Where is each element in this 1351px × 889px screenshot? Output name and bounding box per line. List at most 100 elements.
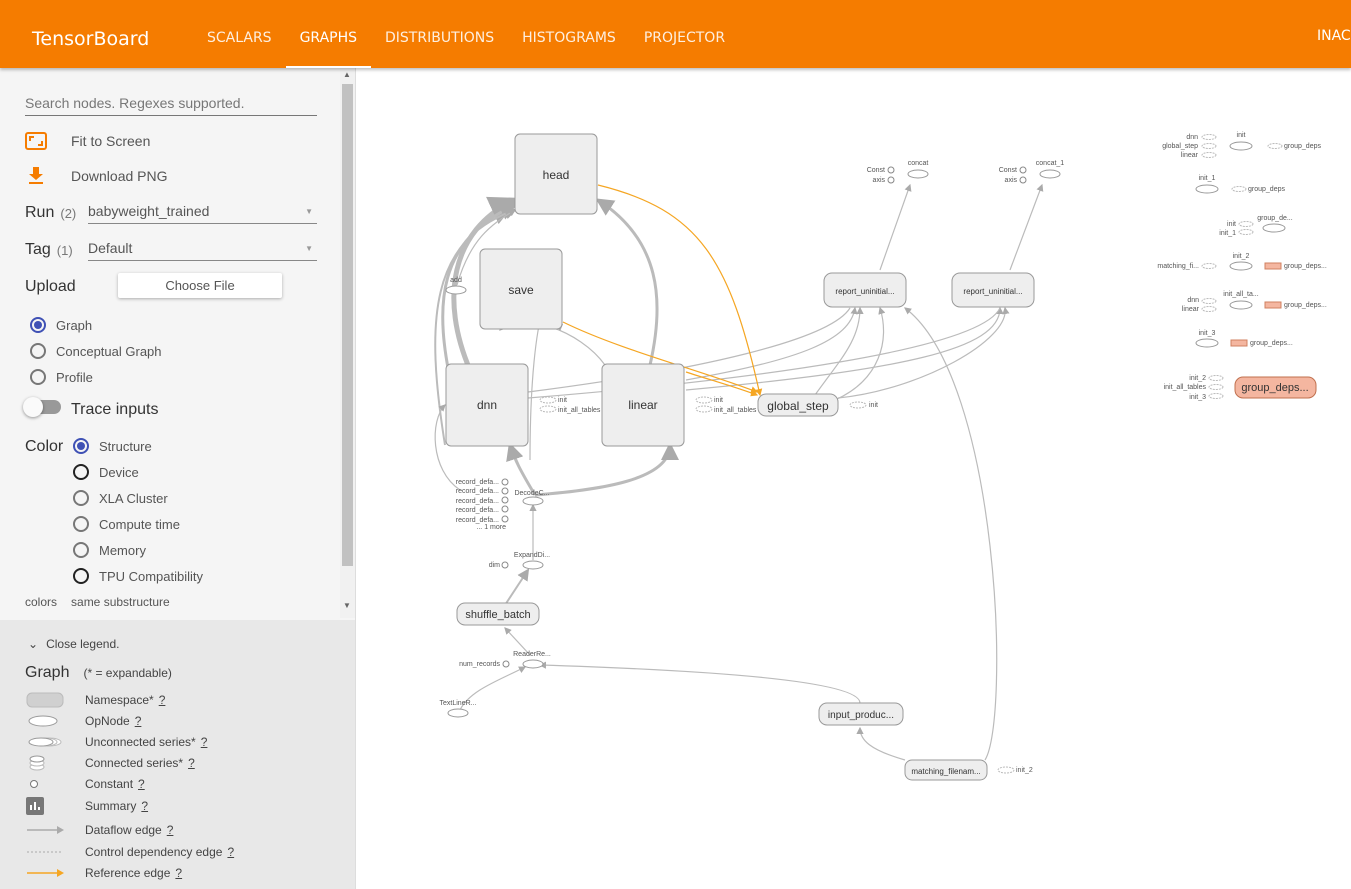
scroll-down-icon[interactable]: ▼ [343,601,351,610]
graph-mode-profile[interactable]: Profile [30,369,93,385]
radio-icon [73,568,89,584]
download-png-button[interactable]: Download PNG [25,167,168,185]
tab-inactive-dropdown[interactable]: INAC [1317,28,1351,44]
dataflow-edge-icon [25,821,65,839]
close-legend-label: Close legend. [46,637,120,651]
legend-item-label: Dataflow edge [85,823,162,837]
help-link[interactable]: ? [138,777,145,791]
trace-inputs-toggle[interactable] [23,397,61,417]
legend-expandable-note: (* = expandable) [83,666,172,680]
aux-group-deps-label: group_deps... [1250,340,1293,347]
concat-1-label: concat_1 [1036,160,1065,167]
color-xla-cluster[interactable]: XLA Cluster [73,490,168,506]
color-option-label: Device [99,464,139,480]
download-png-label: Download PNG [71,168,168,184]
tag-select[interactable]: Default ▼ [88,240,317,261]
color-memory[interactable]: Memory [73,542,146,558]
auxiliary-nodes: init dnn global_step linear group_deps i… [1157,132,1327,401]
tag-label: Tag [25,241,51,258]
help-link[interactable]: ? [159,693,166,707]
node-report-uninitialized-2[interactable]: report_uninitial... [951,272,1035,308]
node-matching-filenames-label: matching_filenam... [911,767,980,776]
color-tpu-compat[interactable]: TPU Compatibility [73,568,203,584]
tab-distributions[interactable]: DISTRIBUTIONS [371,0,508,68]
search-nodes-input[interactable]: Search nodes. Regexes supported. [25,95,317,116]
upload-row: Upload [25,278,76,296]
node-global-step[interactable]: global_step [757,393,839,417]
node-shuffle-batch[interactable]: shuffle_batch [456,602,540,626]
op-reader[interactable] [522,659,544,669]
op-expand[interactable] [522,560,544,570]
colors-row: colors same substructure [25,595,170,609]
graph-mode-conceptual[interactable]: Conceptual Graph [30,343,162,359]
aux-init-label: init [1237,132,1246,139]
sidebar-scrollbar[interactable]: ▲ ▼ [340,68,355,618]
choose-file-button[interactable]: Choose File [118,273,282,298]
tab-scalars[interactable]: SCALARS [193,0,286,68]
aux-dnn-label: dnn [1186,134,1198,141]
init-label: init [869,402,878,409]
radio-selected-icon [73,438,89,454]
aux-dnn-label: dnn [1187,297,1199,304]
close-legend-button[interactable]: ⌄ Close legend. [28,637,119,651]
init-label: init [714,397,723,404]
op-add[interactable] [445,285,467,295]
legend-item-label: Summary [85,799,137,813]
op-decode[interactable] [522,496,544,506]
run-select[interactable]: babyweight_trained ▼ [88,203,317,224]
aux-init-all-tables-label: init_all_ta... [1223,291,1258,298]
aux-init-3-label: init_3 [1199,330,1216,337]
record-default-label: record_defa... [456,479,499,486]
node-save[interactable]: save [479,248,563,330]
node-group-deps-highlight[interactable]: group_deps... [1234,376,1317,399]
init-2-label: init_2 [1016,767,1033,774]
node-linear[interactable]: linear [601,363,685,447]
node-matching-filenames[interactable]: matching_filenam... [904,759,988,781]
graph-canvas[interactable]: head save dnn linear global_step shuffle… [356,68,1351,889]
help-link[interactable]: ? [167,823,174,837]
chevron-down-icon: ⌄ [28,637,39,651]
node-head[interactable]: head [514,133,598,215]
color-device[interactable]: Device [73,464,139,480]
aux-init-2-label: init_2 [1189,375,1206,382]
radio-icon [73,490,89,506]
legend-graph-heading: Graph (* = expandable) [25,664,172,682]
graph-mode-graph[interactable]: Graph [30,317,92,333]
aux-linear-label: linear [1181,152,1199,159]
legend-item-label: Connected series* [85,756,184,770]
color-structure[interactable]: Structure [73,438,152,454]
graph-mode-label: Graph [56,317,93,333]
aux-group-de-label: group_de... [1257,215,1292,222]
help-link[interactable]: ? [141,799,148,813]
node-report-label: report_uninitial... [835,287,894,296]
color-compute-time[interactable]: Compute time [73,516,180,532]
fit-to-screen-button[interactable]: Fit to Screen [25,132,150,150]
color-option-label: Compute time [99,516,180,532]
help-link[interactable]: ? [227,845,234,859]
op-textline[interactable] [447,708,469,718]
radio-icon [30,343,46,359]
help-link[interactable]: ? [135,714,142,728]
axis-label: axis [873,177,886,184]
trace-inputs-label: Trace inputs [71,401,159,418]
node-report-uninitialized-1[interactable]: report_uninitial... [823,272,907,308]
unconnected-series-icon [25,733,65,751]
help-link[interactable]: ? [175,866,182,880]
run-label: Run [25,204,55,221]
node-input-producer[interactable]: input_produc... [818,702,904,726]
graph-mode-label: Conceptual Graph [56,343,162,359]
scroll-up-icon[interactable]: ▲ [343,70,351,79]
connected-series-icon [25,754,65,772]
aux-group-deps-label: group_deps [1284,143,1321,150]
help-link[interactable]: ? [188,756,195,770]
op-textline-label: TextLineR... [440,700,477,707]
tab-histograms[interactable]: HISTOGRAMS [508,0,630,68]
help-link[interactable]: ? [201,735,208,749]
init-all-tables-label: init_all_tables [558,407,601,414]
tab-projector[interactable]: PROJECTOR [630,0,739,68]
node-dnn[interactable]: dnn [445,363,529,447]
tab-graphs[interactable]: GRAPHS [285,0,372,68]
scrollbar-thumb[interactable] [342,84,353,566]
legend-item-label: Unconnected series* [85,735,196,749]
legend-item-label: Namespace* [85,693,154,707]
